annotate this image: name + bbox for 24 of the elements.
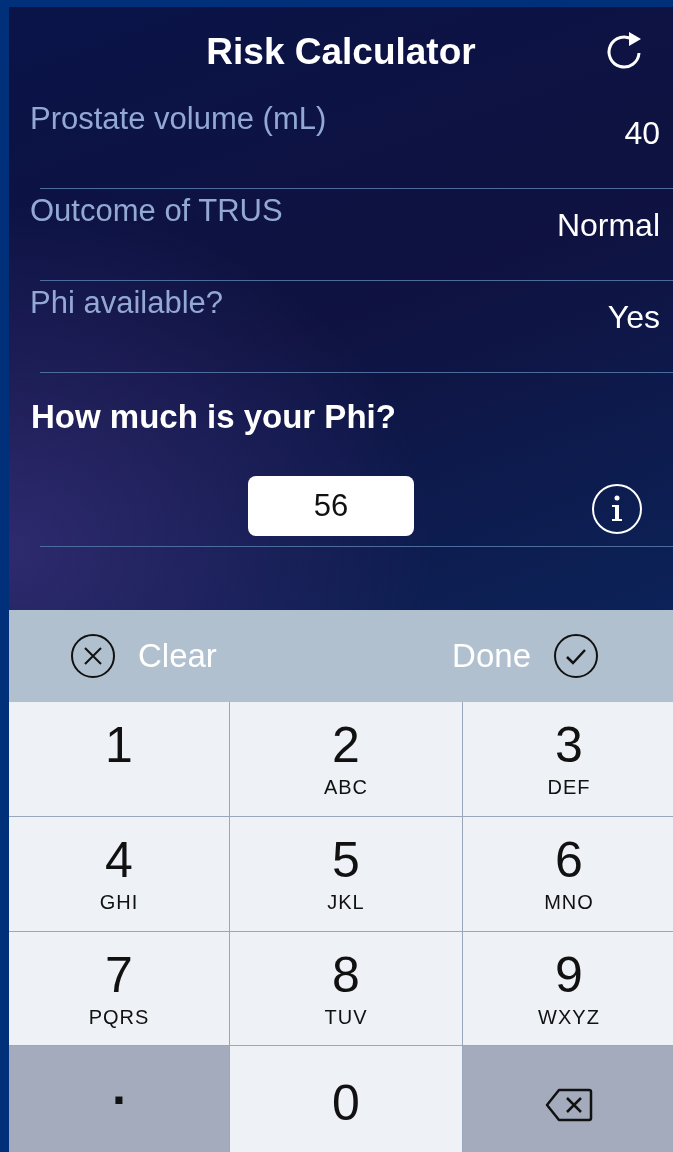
field-label: Outcome of TRUS xyxy=(30,193,283,229)
field-label: Phi available? xyxy=(30,285,224,321)
decimal-key[interactable]: . xyxy=(9,1046,229,1152)
field-value[interactable]: Normal xyxy=(556,207,660,244)
keypad-key[interactable]: 3 DEF xyxy=(463,702,673,816)
checkmark-icon xyxy=(553,633,599,680)
keypad-key[interactable]: 2 ABC xyxy=(230,702,462,816)
keypad-key[interactable]: 7 PQRS xyxy=(9,932,229,1045)
clear-icon xyxy=(70,633,116,680)
backspace-icon xyxy=(545,1088,593,1122)
field-value[interactable]: 40 xyxy=(624,115,660,152)
phi-input-field[interactable]: 56 xyxy=(248,476,414,536)
keypad-key[interactable]: 8 TUV xyxy=(230,932,462,1045)
keypad-key[interactable]: 5 JKL xyxy=(230,817,462,931)
question-text: How much is your Phi? xyxy=(31,398,397,436)
field-label: Prostate volume (mL) xyxy=(30,101,327,137)
field-value[interactable]: Yes xyxy=(607,299,660,336)
keypad-key[interactable]: 4 GHI xyxy=(9,817,229,931)
keypad-key[interactable]: 1 xyxy=(9,702,229,816)
screen-title: Risk Calculator xyxy=(206,31,476,73)
keypad-key[interactable]: 6 MNO xyxy=(463,817,673,931)
keypad-key[interactable]: 0 xyxy=(230,1046,462,1152)
info-icon[interactable] xyxy=(590,482,644,536)
keypad-key[interactable]: 9 WXYZ xyxy=(463,932,673,1045)
